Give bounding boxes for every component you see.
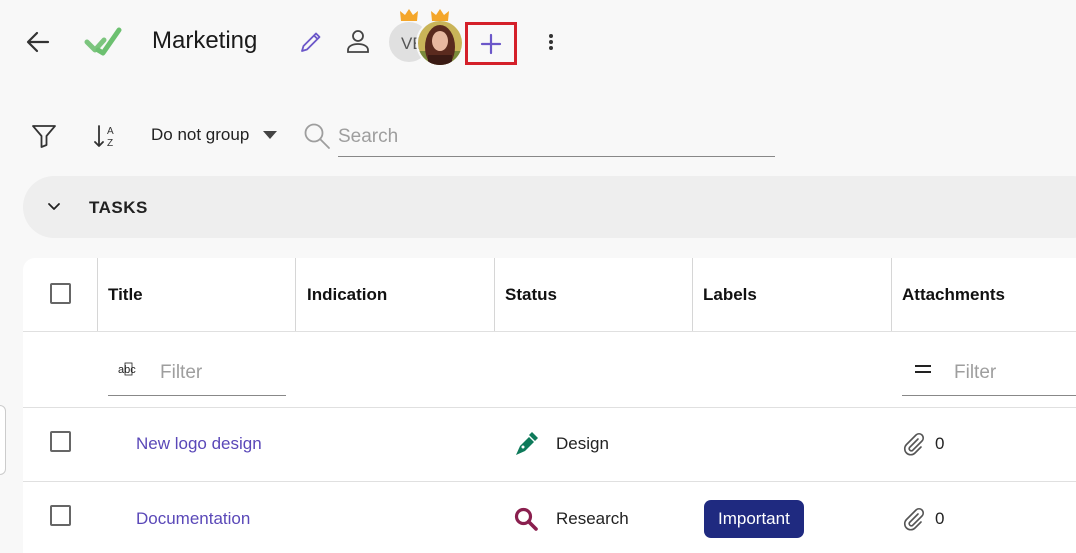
column-header-status[interactable]: Status bbox=[494, 258, 557, 332]
more-options-icon[interactable] bbox=[539, 28, 563, 56]
search-input[interactable] bbox=[338, 118, 775, 157]
double-check-icon bbox=[84, 27, 122, 56]
section-title: TASKS bbox=[89, 198, 148, 217]
crown-icon bbox=[400, 9, 418, 21]
row-divider bbox=[23, 407, 1076, 408]
column-header-title[interactable]: Title bbox=[97, 258, 143, 332]
group-by-select[interactable]: Do not group bbox=[151, 125, 278, 145]
column-divider bbox=[295, 258, 296, 332]
row-checkbox[interactable] bbox=[50, 505, 71, 526]
column-divider bbox=[692, 258, 693, 332]
person-icon[interactable] bbox=[344, 27, 372, 55]
back-arrow-icon[interactable] bbox=[24, 28, 52, 56]
search-icon bbox=[304, 123, 330, 149]
attachment-count: 0 bbox=[935, 434, 945, 453]
svg-text:A: A bbox=[107, 126, 114, 137]
svg-text:abc: abc bbox=[118, 364, 136, 376]
pencil-icon[interactable] bbox=[297, 28, 325, 56]
equals-icon[interactable] bbox=[913, 361, 933, 377]
task-title-link[interactable]: Documentation bbox=[136, 509, 250, 529]
side-panel-handle[interactable] bbox=[0, 405, 6, 475]
column-header-labels[interactable]: Labels bbox=[692, 258, 757, 332]
column-divider bbox=[97, 258, 98, 332]
status-text: Design bbox=[556, 434, 609, 453]
filter-icon[interactable] bbox=[30, 122, 58, 150]
magnifier-icon bbox=[514, 507, 538, 531]
add-member-button[interactable] bbox=[465, 22, 517, 65]
select-all-checkbox[interactable] bbox=[50, 283, 71, 304]
column-divider bbox=[891, 258, 892, 332]
avatar-photo[interactable] bbox=[416, 19, 464, 67]
row-divider bbox=[23, 481, 1076, 482]
group-by-value: Do not group bbox=[151, 125, 250, 144]
chevron-down-icon[interactable] bbox=[44, 196, 64, 216]
column-divider bbox=[494, 258, 495, 332]
paperclip-icon bbox=[904, 507, 925, 531]
label-badge-important[interactable]: Important bbox=[704, 500, 804, 538]
pen-icon bbox=[516, 432, 538, 455]
svg-text:Z: Z bbox=[107, 138, 113, 149]
column-header-indication[interactable]: Indication bbox=[296, 258, 387, 332]
task-title-link[interactable]: New logo design bbox=[136, 434, 262, 454]
sort-az-icon[interactable]: AZ bbox=[92, 122, 120, 150]
status-text: Research bbox=[556, 509, 629, 528]
text-type-icon: abc bbox=[118, 362, 136, 376]
attachment-count: 0 bbox=[935, 509, 945, 528]
row-checkbox[interactable] bbox=[50, 431, 71, 452]
paperclip-icon bbox=[904, 432, 925, 456]
row-divider bbox=[23, 331, 1076, 332]
column-header-attachments[interactable]: Attachments bbox=[891, 258, 1005, 332]
page-title: Marketing bbox=[152, 27, 258, 54]
tasks-section-header[interactable] bbox=[23, 176, 1076, 238]
crown-icon bbox=[431, 9, 449, 21]
plus-icon bbox=[480, 33, 502, 54]
caret-down-icon bbox=[263, 131, 278, 139]
